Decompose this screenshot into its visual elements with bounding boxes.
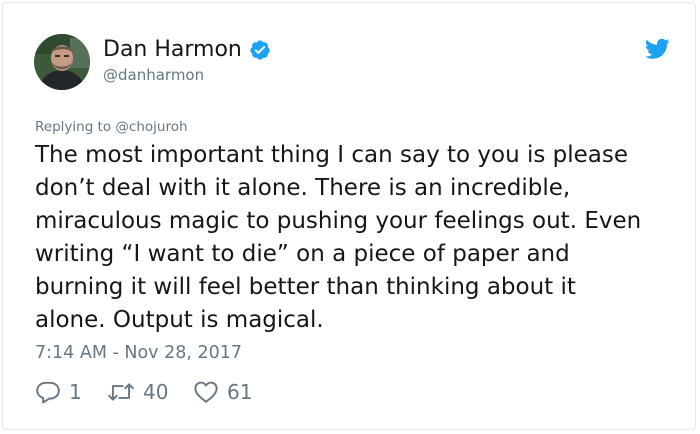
author-display-name[interactable]: Dan Harmon [103, 36, 242, 64]
tweet-text-line: don’t deal with it alone. There is an in… [35, 175, 571, 201]
reply-button[interactable]: 1 [35, 379, 107, 405]
heart-icon [193, 379, 219, 405]
avatar[interactable] [34, 34, 90, 90]
verified-badge-icon [249, 39, 271, 61]
tweet-text-line: burning it will feel better than thinkin… [35, 274, 576, 300]
tweet-actions: 1 40 61 [35, 379, 252, 405]
tweet-card: Dan Harmon @danharmon Replying to @choju… [2, 2, 696, 430]
like-count: 61 [227, 380, 253, 404]
tweet-text-line: miraculous magic to pushing your feeling… [35, 208, 642, 234]
tweet-text: The most important thing I can say to yo… [35, 139, 675, 337]
tweet-text-line: The most important thing I can say to yo… [35, 142, 629, 168]
twitter-bird-icon[interactable] [645, 38, 670, 60]
author-handle[interactable]: @danharmon [103, 66, 204, 84]
reply-count: 1 [69, 380, 82, 404]
retweet-icon [107, 379, 135, 405]
like-button[interactable]: 61 [193, 379, 252, 405]
retweet-count: 40 [143, 380, 169, 404]
replying-to-label: Replying to @chojuroh [35, 119, 188, 135]
tweet-text-line: alone. Output is magical. [35, 307, 324, 333]
retweet-button[interactable]: 40 [107, 379, 193, 405]
tweet-text-line: writing “I want to die” on a piece of pa… [35, 241, 570, 267]
author-name-row: Dan Harmon [103, 36, 271, 64]
reply-icon [35, 379, 61, 405]
tweet-timestamp[interactable]: 7:14 AM - Nov 28, 2017 [35, 343, 242, 363]
